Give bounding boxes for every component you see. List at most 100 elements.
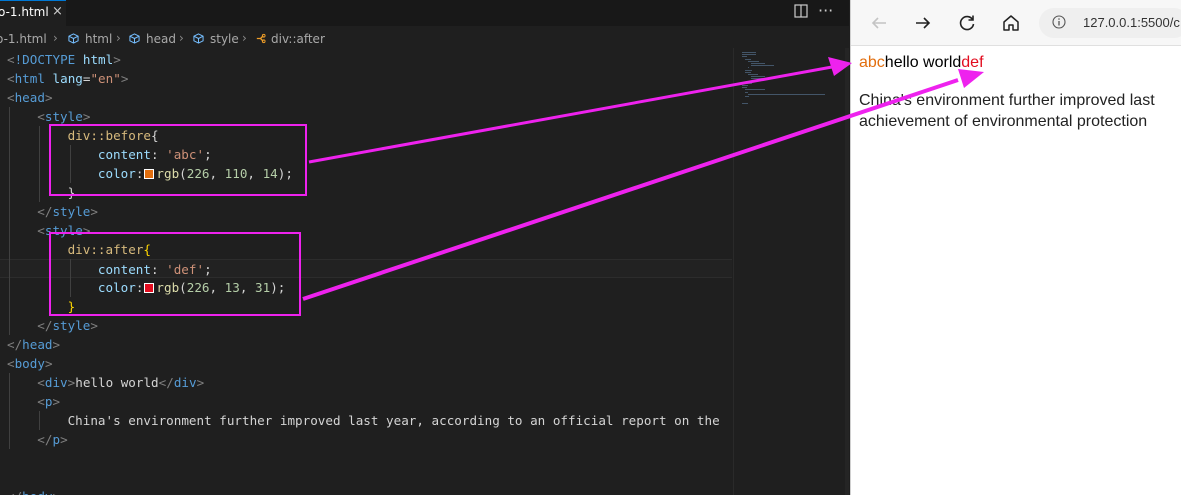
code-token: div::after (67, 242, 144, 257)
minimap-line (742, 56, 748, 58)
code-token: div::before (67, 128, 151, 143)
breadcrumb-html[interactable]: html (85, 32, 112, 46)
minimap[interactable] (733, 48, 846, 495)
indent-guide (39, 411, 41, 430)
reload-icon[interactable] (957, 13, 977, 33)
code-token: rgb (156, 166, 180, 181)
code-token: head (22, 337, 53, 352)
breadcrumb-selector[interactable]: div::after (271, 32, 325, 46)
breadcrumb-head[interactable]: head (146, 32, 176, 46)
code-line-content: div::before{ (68, 126, 159, 145)
code-line[interactable]: </style> (0, 316, 732, 335)
info-icon[interactable] (1052, 15, 1066, 29)
code-line-content: <div>hello world</div> (37, 373, 204, 392)
code-line[interactable]: </style> (0, 202, 732, 221)
code-token: 'def' (166, 262, 205, 277)
code-token: "en" (90, 71, 121, 86)
code-line[interactable]: <div>hello world</div> (0, 373, 732, 392)
home-icon[interactable] (1001, 13, 1021, 33)
more-actions-icon[interactable]: ··· (818, 1, 833, 20)
code-line[interactable]: <style> (0, 221, 732, 240)
code-token: ); (270, 280, 286, 295)
code-line-content: <p> (37, 392, 60, 411)
indent-guide (9, 373, 10, 449)
element-cube-icon (68, 33, 79, 44)
close-icon[interactable]: × (52, 4, 63, 19)
color-swatch[interactable] (144, 283, 155, 293)
code-token: head (14, 90, 45, 105)
code-token: ( (179, 280, 187, 295)
code-line[interactable] (0, 449, 732, 468)
code-line[interactable]: div::after{ (0, 240, 732, 259)
breadcrumb-file[interactable]: o-1.html (0, 32, 47, 46)
code-token: 'abc' (166, 147, 205, 162)
forward-arrow-icon[interactable] (913, 13, 933, 33)
code-line[interactable]: <html lang="en"> (0, 69, 732, 88)
tab-label: o-1.html (0, 5, 49, 19)
code-token: body (22, 489, 52, 495)
code-line[interactable]: <head> (0, 88, 732, 107)
code-line-content: </p> (37, 430, 67, 449)
minimap-line (751, 65, 774, 67)
minimap-line (745, 89, 765, 91)
back-arrow-icon[interactable] (869, 13, 889, 33)
color-swatch[interactable] (144, 169, 155, 179)
code-area[interactable]: <!DOCTYPE html> <html lang="en"> <head> <st… (0, 50, 732, 495)
code-token: 13 (224, 280, 240, 295)
element-cube-icon (129, 33, 140, 44)
code-line[interactable]: <!DOCTYPE html> (0, 50, 732, 69)
code-token: html (14, 71, 45, 86)
code-token: </ (7, 489, 22, 495)
code-token: div (173, 375, 197, 390)
indent-guide (9, 107, 10, 335)
code-token: > (82, 109, 91, 124)
browser-window: 127.0.0.1:5500/c abchello worlddef China… (850, 0, 1181, 495)
code-line[interactable]: color: rgb(226, 13, 31); (0, 278, 732, 297)
code-line[interactable] (0, 468, 732, 487)
code-line[interactable]: </head> (0, 335, 732, 354)
code-line[interactable]: </body> (0, 487, 732, 495)
code-token: , (209, 166, 225, 181)
code-line[interactable]: } (0, 297, 732, 316)
code-token: > (82, 223, 91, 238)
code-editor[interactable]: o-1.html × ··· o-1.html › html › head › … (0, 0, 849, 495)
split-editor-icon[interactable] (794, 4, 808, 18)
breadcrumb-style[interactable]: style (210, 32, 239, 46)
code-token: > (196, 375, 205, 390)
code-line[interactable]: <p> (0, 392, 732, 411)
minimap-line (748, 93, 826, 95)
code-line[interactable]: content: 'def'; (0, 259, 732, 278)
minimap-line (748, 60, 759, 62)
minimap-line (745, 58, 752, 60)
code-line[interactable]: <body> (0, 354, 732, 373)
code-token: > (90, 204, 98, 219)
editor-scrollbar[interactable] (845, 48, 849, 495)
code-token: </ (7, 337, 23, 352)
code-token: 226 (186, 280, 210, 295)
code-token: hello world (75, 375, 159, 390)
code-token: } (67, 299, 76, 314)
minimap-line (751, 78, 773, 80)
code-token: : (135, 166, 144, 181)
code-line[interactable]: <style> (0, 107, 732, 126)
code-token: style (52, 318, 91, 333)
code-line[interactable]: color: rgb(226, 110, 14); (0, 164, 732, 183)
code-token: < (7, 52, 15, 67)
minimap-line (745, 71, 752, 73)
paragraph-line: China's environment further improved las… (859, 92, 1155, 109)
code-token: 31 (255, 280, 271, 295)
code-line-content: color: rgb(226, 110, 14); (98, 164, 293, 183)
code-token: </ (37, 432, 53, 447)
code-line[interactable]: content: 'abc'; (0, 145, 732, 164)
code-line[interactable]: } (0, 183, 732, 202)
code-line[interactable]: </p> (0, 430, 732, 449)
tab-html-file[interactable]: o-1.html × (0, 0, 66, 26)
code-line[interactable]: China's environment further improved las… (0, 411, 732, 430)
address-text[interactable]: 127.0.0.1:5500/c (1083, 15, 1180, 30)
code-token: < (37, 223, 45, 238)
code-line[interactable]: div::before{ (0, 126, 732, 145)
code-token: , (247, 166, 263, 181)
code-token: style (44, 109, 83, 124)
indent-guide (39, 126, 41, 202)
code-token: style (44, 223, 83, 238)
